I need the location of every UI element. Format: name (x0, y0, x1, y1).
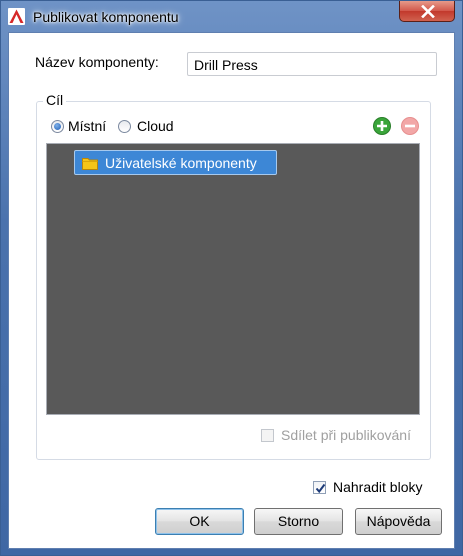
target-tree[interactable]: Uživatelské komponenty (46, 143, 420, 415)
radio-local-label[interactable]: Místní (68, 118, 106, 134)
close-button[interactable] (399, 1, 455, 22)
close-icon (421, 5, 435, 18)
plus-circle-icon (373, 117, 391, 135)
dialog-window: Publikovat komponentu Název komponenty: … (0, 0, 463, 556)
add-target-button[interactable] (373, 117, 391, 135)
component-name-label: Název komponenty: (35, 54, 159, 70)
dialog-content: Název komponenty: Drill Press Cíl Místní… (8, 32, 455, 549)
minus-circle-icon (401, 117, 419, 135)
cancel-button[interactable]: Storno (254, 508, 343, 535)
component-name-value: Drill Press (194, 57, 258, 73)
target-group-label: Cíl (43, 92, 67, 108)
share-label: Sdílet při publikování (281, 427, 411, 443)
ok-button[interactable]: OK (155, 508, 244, 535)
radio-cloud[interactable] (118, 120, 131, 133)
radio-local[interactable] (51, 120, 64, 133)
window-title: Publikovat komponentu (33, 9, 179, 25)
tree-item-label: Uživatelské komponenty (105, 155, 257, 171)
checkmark-icon (315, 483, 326, 494)
help-button[interactable]: Nápověda (355, 508, 442, 535)
folder-icon (82, 158, 98, 170)
tree-item-user-components[interactable]: Uživatelské komponenty (74, 150, 277, 175)
replace-blocks-label[interactable]: Nahradit bloky (333, 479, 423, 495)
autocad-app-icon (8, 8, 25, 25)
component-name-input[interactable]: Drill Press (187, 52, 437, 76)
replace-blocks-checkbox[interactable] (313, 481, 326, 494)
radio-cloud-label[interactable]: Cloud (137, 118, 174, 134)
remove-target-button[interactable] (401, 117, 419, 135)
title-bar[interactable]: Publikovat komponentu (1, 1, 462, 32)
share-checkbox[interactable] (261, 429, 274, 442)
